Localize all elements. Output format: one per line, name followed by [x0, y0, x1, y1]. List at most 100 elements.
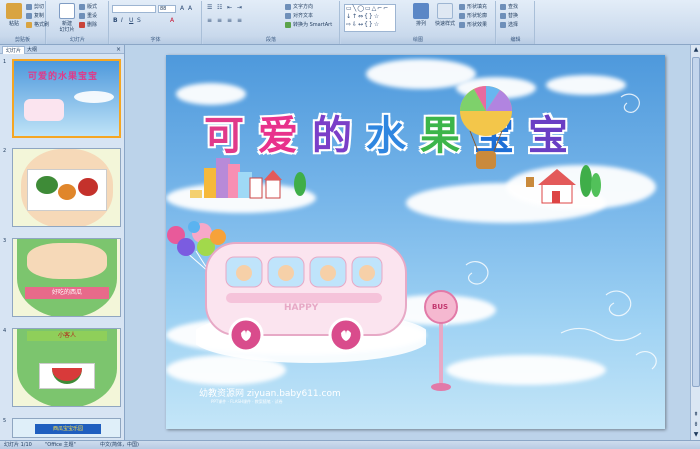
happy-bus	[196, 242, 426, 363]
thumbnail-slide-2[interactable]	[12, 148, 121, 227]
slide-thumbnail-pane: 幻灯片 大纲 × 1 可爱的水果宝宝 2 3 好吃的西瓜 4 小客人 5 西瓜宝…	[0, 45, 125, 440]
layout-icon	[79, 3, 85, 10]
align-right-icon[interactable]: ≡	[227, 17, 232, 24]
format-painter-button[interactable]: 格式刷	[26, 21, 49, 29]
language[interactable]: 中文(简体，中国)	[100, 441, 139, 449]
title-char: 果	[419, 112, 461, 160]
cursor-icon	[500, 21, 506, 28]
layout-button[interactable]: 版式	[79, 3, 97, 11]
close-pane-icon[interactable]: ×	[116, 45, 121, 54]
outline-icon	[459, 12, 465, 19]
quick-styles-button[interactable]: 快速样式	[433, 3, 457, 35]
increase-indent-icon[interactable]: ⇥	[237, 4, 242, 11]
text-direction-icon	[285, 3, 291, 10]
tab-slides[interactable]: 幻灯片	[2, 46, 26, 54]
thumbnail-slide-3[interactable]: 好吃的西瓜	[12, 238, 121, 317]
binoculars-icon	[500, 3, 506, 10]
font-group: 88 A A B I U S A 字体	[110, 1, 202, 44]
title-char: 宝	[527, 112, 569, 160]
delete-icon	[79, 21, 85, 28]
slides-label: 幻灯片	[47, 36, 108, 44]
shrink-font-icon[interactable]: A	[188, 5, 192, 12]
paste-button[interactable]: 粘贴	[2, 3, 26, 35]
smartart-button[interactable]: 转换为 SmartArt	[285, 21, 332, 29]
hot-air-balloon	[460, 86, 512, 169]
shape-fill-button[interactable]: 形状填充	[459, 3, 487, 11]
drawing-group: ▭╲◯▭△⌐⌐ ↓↑⇔{}☆ ⇨⇩↔{}☆ 排列 快速样式 形状填充 形状轮廓 形状…	[341, 1, 496, 44]
arrange-icon	[413, 3, 429, 19]
arrange-button[interactable]: 排列	[409, 3, 433, 35]
slide-canvas[interactable]: 可 爱 的 水 果 宝 宝 HAPPY BUS 幼教资源网 ziyuan.bab…	[166, 55, 665, 429]
vertical-scrollbar[interactable]: ▲ ⇞ ⇟ ▼	[690, 45, 700, 440]
shapes-gallery[interactable]: ▭╲◯▭△⌐⌐ ↓↑⇔{}☆ ⇨⇩↔{}☆	[344, 4, 396, 32]
font-label: 字体	[110, 36, 201, 44]
grow-font-icon[interactable]: A	[180, 5, 184, 12]
bullets-icon[interactable]: ☰	[207, 4, 212, 11]
city-skyline	[190, 158, 306, 199]
underline-icon[interactable]: U	[129, 17, 133, 24]
thumb-fruit-photo	[27, 169, 107, 211]
font-color-icon[interactable]: A	[170, 17, 174, 24]
align-center-icon[interactable]: ≡	[217, 17, 222, 24]
thumb-faces	[27, 243, 107, 279]
thumb-cloud	[74, 91, 114, 103]
editing-group: 查找 替换 选择 编辑	[497, 1, 535, 44]
thumb-caption-3: 好吃的西瓜	[25, 287, 109, 299]
replace-icon	[500, 12, 506, 19]
font-size-combo[interactable]: 88	[158, 5, 176, 13]
scroll-up-icon[interactable]: ▲	[691, 45, 700, 55]
clipboard-label: 剪贴板	[0, 36, 45, 44]
effects-icon	[459, 21, 465, 28]
italic-icon[interactable]: I	[121, 17, 123, 24]
drawing-label: 绘图	[341, 36, 495, 44]
thumbnail-slide-4[interactable]: 小客人	[12, 328, 121, 407]
reset-button[interactable]: 重设	[79, 12, 97, 20]
justify-icon[interactable]: ≡	[237, 17, 242, 24]
select-button[interactable]: 选择	[500, 21, 518, 29]
brush-icon	[26, 21, 32, 28]
smartart-icon	[285, 21, 291, 28]
watermark: 幼教资源网 ziyuan.baby611.com	[199, 389, 341, 399]
thumb-bus	[24, 99, 64, 121]
bus-text: HAPPY	[284, 303, 319, 313]
theme-name: "Office 主题"	[45, 442, 76, 448]
thumbnail-slide-5[interactable]: 西瓜宝宝乐园	[12, 418, 121, 438]
delete-slide-button[interactable]: 删除	[79, 21, 97, 29]
scroll-thumb[interactable]	[692, 57, 700, 387]
strikethrough-icon[interactable]: S	[137, 17, 141, 24]
shape-effects-button[interactable]: 形状效果	[459, 21, 487, 29]
scroll-down-icon[interactable]: ▼	[691, 430, 700, 440]
cut-button[interactable]: 剪切	[26, 3, 44, 11]
align-left-icon[interactable]: ≡	[207, 17, 212, 24]
thumb-caption-4: 小客人	[27, 331, 107, 341]
bold-icon[interactable]: B	[113, 17, 118, 24]
prev-slide-icon[interactable]: ⇞	[691, 410, 700, 420]
new-slide-icon	[59, 3, 75, 19]
watermark-subtext: PPT课件 · FLASH课件 · 教案随笔 · 试卷	[211, 399, 283, 404]
thumbnail-slide-1[interactable]: 可爱的水果宝宝	[12, 59, 121, 138]
numbering-icon[interactable]: ☷	[217, 4, 222, 11]
find-button[interactable]: 查找	[500, 3, 518, 11]
status-bar: 幻灯片 1/10 "Office 主题" 中文(简体，中国)	[0, 440, 700, 449]
bus-stop-text: BUS	[432, 303, 449, 311]
font-name-combo[interactable]	[112, 5, 156, 13]
next-slide-icon[interactable]: ⇟	[691, 420, 700, 430]
thumb-title: 可爱的水果宝宝	[28, 72, 99, 82]
text-direction-button[interactable]: 文字方向	[285, 3, 313, 11]
slide-counter: 幻灯片 1/10	[4, 442, 32, 448]
decrease-indent-icon[interactable]: ⇤	[227, 4, 232, 11]
paste-icon	[6, 3, 22, 19]
quick-styles-icon	[437, 3, 453, 19]
replace-button[interactable]: 替换	[500, 12, 518, 20]
thumb-melon-photo	[39, 363, 95, 389]
new-slide-button[interactable]: 新建 幻灯片	[55, 3, 79, 35]
paragraph-group: ☰ ☷ ⇤ ⇥ ≡ ≡ ≡ ≡ 文字方向 对齐文本 转换为 SmartArt 段…	[203, 1, 340, 44]
align-text-button[interactable]: 对齐文本	[285, 12, 313, 20]
fill-icon	[459, 3, 465, 10]
pane-tabs: 幻灯片 大纲 ×	[0, 45, 124, 54]
copy-button[interactable]: 复制	[26, 12, 44, 20]
paragraph-label: 段落	[203, 36, 339, 44]
shape-outline-button[interactable]: 形状轮廓	[459, 12, 487, 20]
reset-icon	[79, 12, 85, 19]
tab-outline[interactable]: 大纲	[24, 46, 40, 54]
